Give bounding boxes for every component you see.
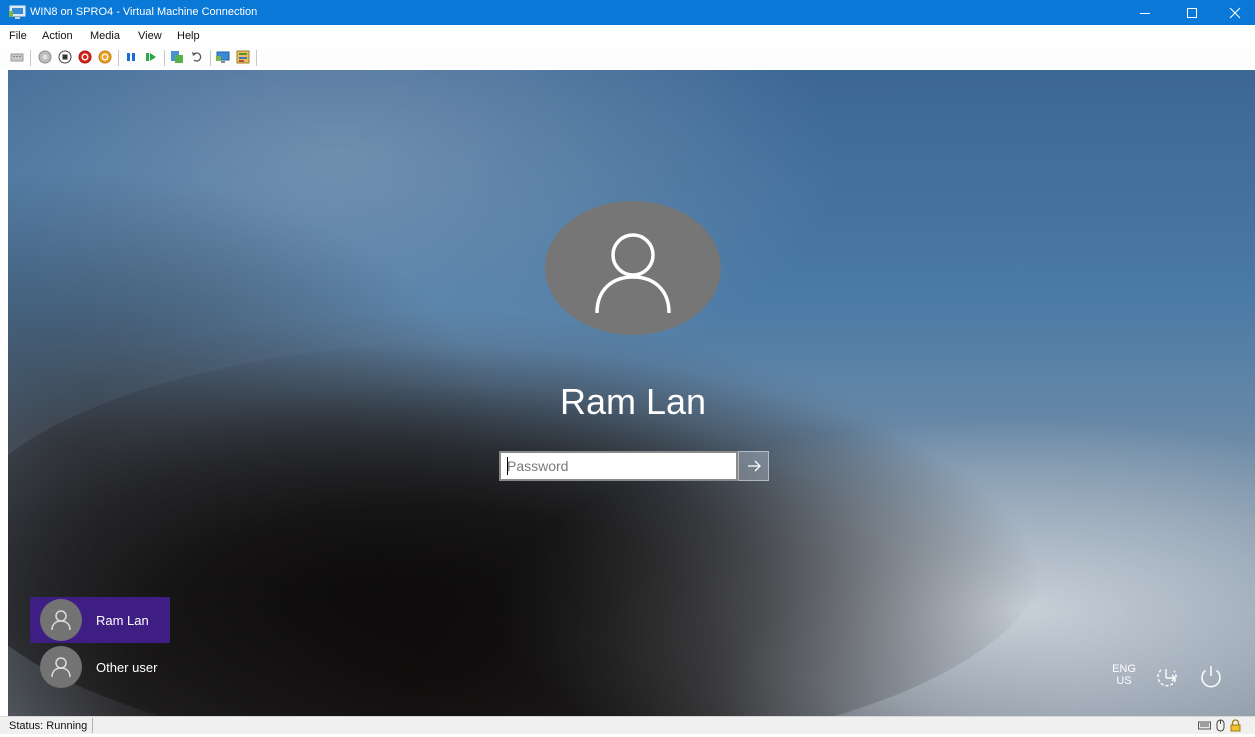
region-code: US	[1116, 675, 1132, 687]
ctrl-alt-del-icon[interactable]	[10, 50, 24, 64]
user-icon	[51, 657, 71, 678]
menu-bar: File Action Media View Help	[0, 25, 1255, 47]
menu-file[interactable]: File	[9, 29, 27, 43]
text-caret	[507, 457, 508, 475]
maximize-icon[interactable]	[1172, 0, 1212, 25]
menu-view[interactable]: View	[138, 29, 162, 43]
lock-icon	[1229, 719, 1242, 732]
toolbar-separator	[256, 50, 257, 66]
vm-connection-icon	[9, 5, 26, 20]
enhanced-session-icon[interactable]	[216, 50, 230, 64]
status-bar: Status: Running	[0, 716, 1255, 734]
reset-icon[interactable]	[144, 50, 158, 64]
pause-icon[interactable]	[124, 50, 138, 64]
user-avatar	[545, 201, 721, 335]
toolbar	[0, 47, 1255, 69]
submit-button[interactable]	[738, 451, 769, 481]
language-indicator[interactable]: ENG US	[1111, 663, 1137, 687]
user-tile-other-user[interactable]: Other user	[30, 644, 170, 690]
start-icon[interactable]	[38, 50, 52, 64]
toolbar-separator	[30, 50, 31, 66]
vm-screen[interactable]: Ram Lan Ram Lan Other user ENG US	[8, 70, 1255, 716]
toolbar-separator	[118, 50, 119, 66]
keyboard-icon	[1198, 719, 1211, 732]
revert-icon[interactable]	[190, 50, 204, 64]
user-tile-label: Other user	[96, 659, 158, 675]
language-code: ENG	[1112, 663, 1136, 675]
login-username: Ram Lan	[559, 381, 707, 422]
save-icon[interactable]	[98, 50, 112, 64]
toolbar-separator	[164, 50, 165, 66]
title-bar[interactable]: WIN8 on SPRO4 - Virtual Machine Connecti…	[0, 0, 1255, 25]
user-icon	[595, 233, 671, 314]
ease-of-access-icon[interactable]	[1152, 661, 1182, 691]
password-box	[499, 451, 769, 481]
user-tile-label: Ram Lan	[96, 612, 149, 628]
checkpoint-icon[interactable]	[170, 50, 184, 64]
minimize-icon[interactable]	[1125, 0, 1165, 25]
menu-help[interactable]: Help	[177, 29, 200, 43]
settings-icon[interactable]	[236, 50, 250, 64]
status-text: Status: Running	[9, 720, 88, 732]
turn-off-icon[interactable]	[58, 50, 72, 64]
password-field[interactable]	[499, 451, 738, 481]
close-icon[interactable]	[1215, 0, 1255, 25]
shut-down-icon[interactable]	[78, 50, 92, 64]
menu-action[interactable]: Action	[42, 29, 73, 43]
menu-media[interactable]: Media	[90, 29, 120, 43]
status-separator	[92, 718, 93, 733]
arrow-right-icon	[747, 460, 761, 472]
user-tile-ram-lan[interactable]: Ram Lan	[30, 597, 170, 643]
user-tile-avatar	[40, 646, 82, 688]
mouse-icon	[1214, 719, 1227, 732]
toolbar-separator	[210, 50, 211, 66]
vm-connection-window: WIN8 on SPRO4 - Virtual Machine Connecti…	[0, 0, 1255, 734]
window-title: WIN8 on SPRO4 - Virtual Machine Connecti…	[30, 6, 258, 18]
power-icon[interactable]	[1196, 661, 1226, 691]
user-tile-avatar	[40, 599, 82, 641]
user-icon	[51, 610, 71, 631]
